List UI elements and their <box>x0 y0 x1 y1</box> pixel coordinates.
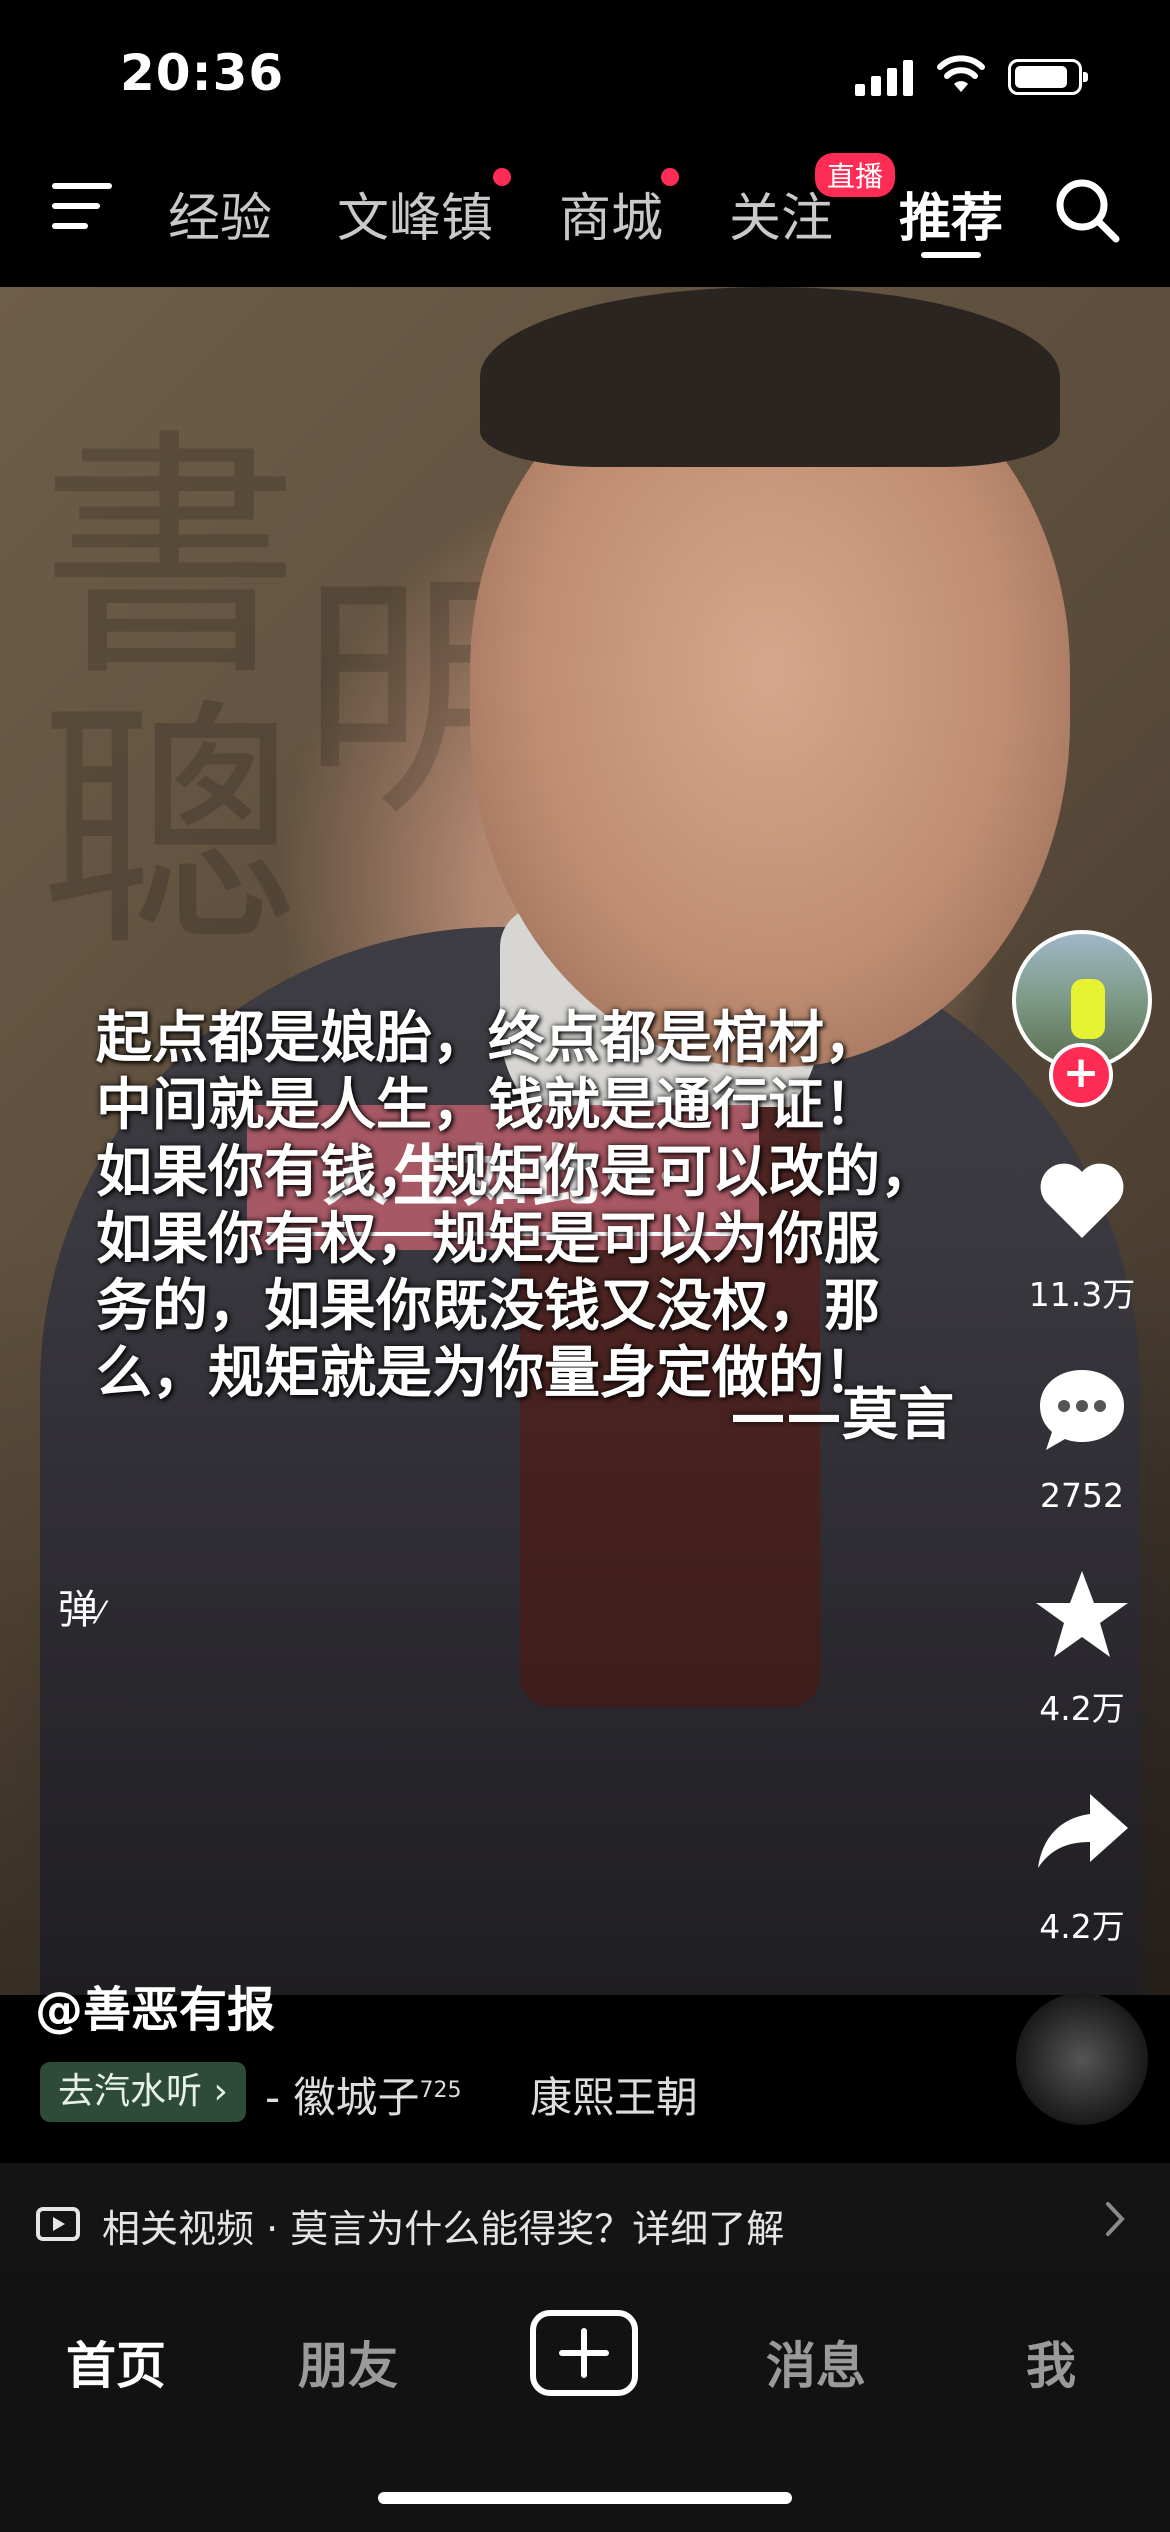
notification-dot <box>661 168 679 186</box>
music-artist-sup: 725 <box>419 2078 462 2103</box>
video-player[interactable]: 書 聰 明 人生如此··· 起点都是娘胎，终点都是棺材， 中间就是人生，钱就是通… <box>0 287 1170 1995</box>
menu-icon[interactable] <box>52 183 112 233</box>
music-open-chip[interactable]: 去汽水听 › <box>40 2062 246 2122</box>
battery-icon <box>1008 59 1088 95</box>
related-videos-text[interactable]: 相关视频 · 莫言为什么能得奖？详细了解 <box>102 2198 784 2253</box>
star-icon[interactable] <box>1032 1565 1132 1665</box>
cellular-signal-icon <box>855 58 915 96</box>
tab-experience[interactable]: 经验 <box>168 176 272 251</box>
share-icon[interactable] <box>1032 1780 1132 1880</box>
follow-button[interactable]: + <box>1049 1043 1113 1107</box>
tab-me[interactable]: 我 <box>1026 2326 1076 2398</box>
chevron-right-icon[interactable] <box>1100 2194 1130 2244</box>
author-name[interactable]: @善恶有报 <box>35 1970 275 2040</box>
comment-icon[interactable] <box>1032 1360 1132 1460</box>
like-count: 11.3万 <box>1028 1275 1136 1314</box>
tab-mall[interactable]: 商城 <box>559 176 663 251</box>
tab-messages[interactable]: 消息 <box>766 2326 866 2398</box>
tab-recommended[interactable]: 推荐 <box>899 176 1003 251</box>
music-artist-name: - 徽城子 <box>265 2073 420 2122</box>
comment-count: 2752 <box>1040 1476 1124 1515</box>
danmu-toggle[interactable]: 弹⁄ <box>58 1577 103 1635</box>
video-quote: 起点都是娘胎，终点都是棺材， 中间就是人生，钱就是通行证！ 如果你有钱，规矩你是… <box>96 1006 936 1406</box>
active-tab-indicator <box>921 252 981 258</box>
video-icon <box>36 2207 80 2241</box>
home-indicator <box>378 2492 792 2504</box>
tab-friends[interactable]: 朋友 <box>298 2326 398 2398</box>
search-icon[interactable] <box>1052 175 1122 245</box>
tab-wenfeng-town[interactable]: 文峰镇 <box>337 176 493 251</box>
live-badge: 直播 <box>815 153 896 197</box>
status-time: 20:36 <box>120 44 285 102</box>
heart-icon[interactable] <box>1032 1150 1132 1250</box>
danmu-label: 弹 <box>58 1587 98 1633</box>
wifi-icon <box>937 55 985 92</box>
music-artist[interactable]: - 徽城子725 <box>265 2064 462 2125</box>
music-song[interactable]: 康熙王朝 <box>530 2064 698 2125</box>
create-button[interactable] <box>530 2310 638 2396</box>
quote-author: ——莫言 <box>730 1383 954 1448</box>
music-disc[interactable] <box>1016 1993 1148 2125</box>
favorite-count: 4.2万 <box>1039 1689 1125 1728</box>
share-count: 4.2万 <box>1039 1907 1125 1946</box>
notification-dot <box>493 168 511 186</box>
tab-home[interactable]: 首页 <box>66 2326 166 2398</box>
